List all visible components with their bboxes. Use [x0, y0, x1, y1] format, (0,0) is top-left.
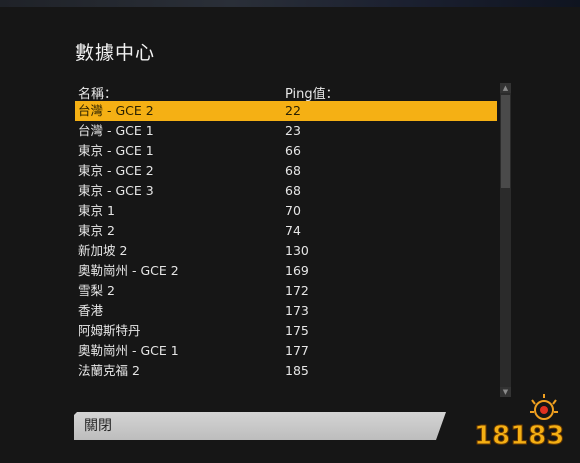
- server-list: 台灣 - GCE 2 22 台灣 - GCE 1 23 東京 - GCE 1 66 東京 -…: [75, 101, 497, 381]
- server-name: 奧勒崗州 - GCE 1: [78, 343, 179, 358]
- column-header-ping: Ping值：: [285, 87, 339, 102]
- server-row[interactable]: 東京 2 74: [75, 221, 497, 241]
- server-name: 東京 1: [78, 203, 115, 218]
- server-row[interactable]: 台灣 - GCE 1 23: [75, 121, 497, 141]
- server-row[interactable]: 台灣 - GCE 2 22: [75, 101, 497, 121]
- server-name: 台灣 - GCE 1: [78, 123, 154, 138]
- server-ping: 68: [285, 163, 301, 178]
- server-name: 東京 - GCE 3: [78, 183, 154, 198]
- server-ping: 70: [285, 203, 301, 218]
- server-name: 東京 - GCE 2: [78, 163, 154, 178]
- server-row[interactable]: 東京 - GCE 1 66: [75, 141, 497, 161]
- server-name: 阿姆斯特丹: [78, 323, 141, 338]
- scroll-up-icon[interactable]: ▲: [500, 83, 511, 93]
- column-header-name: 名稱：: [78, 87, 118, 102]
- server-name: 新加坡 2: [78, 243, 128, 258]
- server-name: 奧勒崗州 - GCE 2: [78, 263, 179, 278]
- server-row[interactable]: 新加坡 2 130: [75, 241, 497, 261]
- server-ping: 68: [285, 183, 301, 198]
- server-ping: 169: [285, 263, 309, 278]
- server-row[interactable]: 阿姆斯特丹 175: [75, 321, 497, 341]
- server-row[interactable]: 奧勒崗州 - GCE 1 177: [75, 341, 497, 361]
- watermark-text: 18183: [474, 421, 564, 451]
- watermark-logo: 18183: [474, 394, 565, 452]
- server-ping: 22: [285, 103, 301, 118]
- dialog-title: 數據中心: [75, 42, 156, 64]
- server-ping: 177: [285, 343, 309, 358]
- server-name: 雪梨 2: [78, 283, 115, 298]
- server-row[interactable]: 奧勒崗州 - GCE 2 169: [75, 261, 497, 281]
- server-row[interactable]: 東京 1 70: [75, 201, 497, 221]
- server-ping: 66: [285, 143, 301, 158]
- server-name: 東京 2: [78, 223, 115, 238]
- server-ping: 130: [285, 243, 309, 258]
- server-ping: 185: [285, 363, 309, 378]
- server-ping: 175: [285, 323, 309, 338]
- server-row[interactable]: 法蘭克福 2 185: [75, 361, 497, 381]
- server-ping: 23: [285, 123, 301, 138]
- server-name: 法蘭克福 2: [78, 363, 140, 378]
- top-bar: [0, 0, 580, 7]
- server-row[interactable]: 香港 173: [75, 301, 497, 321]
- server-ping: 173: [285, 303, 309, 318]
- server-name: 台灣 - GCE 2: [78, 103, 154, 118]
- close-button[interactable]: 關閉: [74, 412, 446, 440]
- scroll-thumb[interactable]: [501, 95, 510, 188]
- server-ping: 172: [285, 283, 309, 298]
- server-row[interactable]: 東京 - GCE 3 68: [75, 181, 497, 201]
- server-row[interactable]: 東京 - GCE 2 68: [75, 161, 497, 181]
- server-name: 香港: [78, 303, 104, 318]
- scrollbar[interactable]: ▲ ▼: [500, 83, 511, 397]
- server-ping: 74: [285, 223, 301, 238]
- server-row[interactable]: 雪梨 2 172: [75, 281, 497, 301]
- server-name: 東京 - GCE 1: [78, 143, 154, 158]
